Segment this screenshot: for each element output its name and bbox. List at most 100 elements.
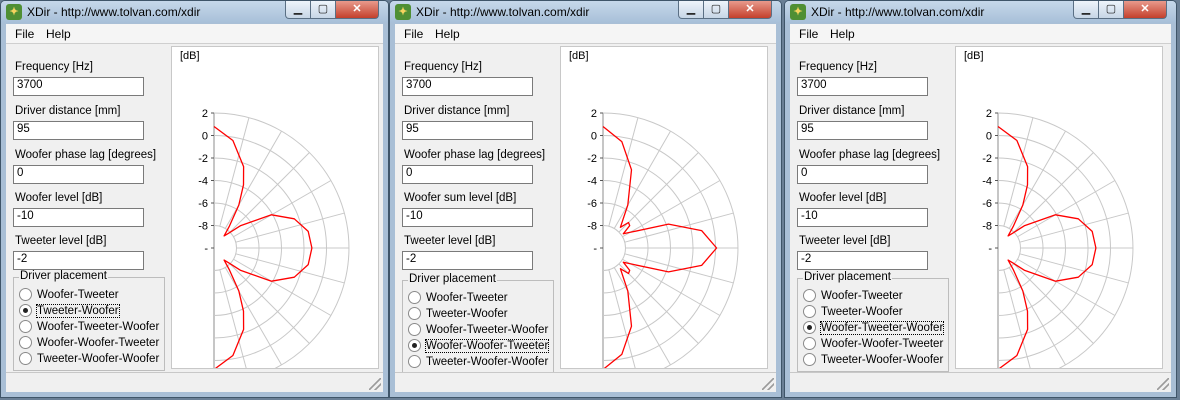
menu-file[interactable]: File: [404, 27, 423, 41]
radio-option-label: Woofer-Tweeter-Woofer: [819, 320, 945, 335]
radio-button-icon: [803, 305, 816, 318]
driver-distance-input[interactable]: 95: [797, 121, 928, 140]
woofer-level-label: Woofer level [dB]: [799, 192, 887, 204]
app-logo-icon: ✦: [6, 4, 22, 20]
xdir-window-2: ✦ XDir - http://www.tolvan.com/xdir ▁ ▢ …: [389, 0, 782, 398]
menu-bar: File Help: [395, 24, 776, 44]
woofer-phase-lag-label: Woofer phase lag [degrees]: [404, 149, 546, 161]
xdir-window-3: ✦ XDir - http://www.tolvan.com/xdir ▁ ▢ …: [784, 0, 1177, 398]
resize-grip-icon[interactable]: [1157, 378, 1169, 390]
frequency-input[interactable]: 3700: [402, 77, 533, 96]
woofer-phase-lag-input[interactable]: 0: [797, 165, 928, 184]
tick-label: -8: [982, 221, 992, 233]
radio-option-label: Woofer-Tweeter-Woofer: [37, 320, 160, 333]
driver-distance-input[interactable]: 95: [402, 121, 533, 140]
radio-option-label: Woofer-Woofer-Tweeter: [424, 338, 550, 353]
radio-button-icon: [19, 352, 32, 365]
menu-help[interactable]: Help: [46, 27, 71, 41]
grid-arc: [602, 225, 626, 271]
grid-spoke: [624, 212, 734, 243]
radio-button-icon: [408, 355, 421, 368]
menu-help[interactable]: Help: [435, 27, 460, 41]
radio-option[interactable]: Tweeter-Woofer: [803, 304, 903, 319]
driver-placement-group: Driver placement Woofer-Tweeter Tweeter-…: [402, 273, 554, 374]
frequency-label: Frequency [Hz]: [799, 61, 877, 73]
tweeter-level-input[interactable]: -2: [13, 251, 144, 270]
maximize-icon: ▢: [1105, 3, 1117, 15]
title-bar[interactable]: ✦ XDir - http://www.tolvan.com/xdir ▁ ▢ …: [1, 1, 388, 23]
tick-label: -2: [982, 153, 992, 165]
maximize-button[interactable]: ▢: [1099, 1, 1124, 19]
radio-option[interactable]: Woofer-Tweeter-Woofer: [408, 322, 548, 337]
maximize-icon: ▢: [710, 3, 722, 15]
minimize-button[interactable]: ▁: [678, 1, 704, 19]
tweeter-level-input[interactable]: -2: [402, 251, 533, 270]
frequency-input[interactable]: 3700: [797, 77, 928, 96]
radio-option[interactable]: Woofer-Tweeter: [19, 287, 119, 302]
radio-option[interactable]: Tweeter-Woofer: [408, 306, 508, 321]
title-bar[interactable]: ✦ XDir - http://www.tolvan.com/xdir ▁ ▢ …: [390, 1, 781, 23]
minimize-button[interactable]: ▁: [285, 1, 311, 19]
frequency-input[interactable]: 3700: [13, 77, 144, 96]
app-logo-icon: ✦: [395, 4, 411, 20]
grid-spoke: [608, 269, 636, 368]
radio-option-label: Tweeter-Woofer-Woofer: [821, 353, 944, 366]
close-button[interactable]: ✕: [1124, 1, 1167, 19]
tick-label: 2: [202, 108, 208, 120]
title-bar[interactable]: ✦ XDir - http://www.tolvan.com/xdir ▁ ▢ …: [785, 1, 1176, 23]
woofer-sum-level-label: Woofer sum level [dB]: [404, 192, 517, 204]
tweeter-level-label: Tweeter level [dB]: [799, 235, 891, 247]
radio-option[interactable]: Tweeter-Woofer-Woofer: [408, 354, 548, 369]
radio-option[interactable]: Woofer-Tweeter-Woofer: [19, 319, 159, 334]
resize-grip-icon[interactable]: [762, 378, 774, 390]
radio-option-label: Tweeter-Woofer: [426, 307, 508, 320]
close-button[interactable]: ✕: [336, 1, 379, 19]
radio-option[interactable]: Woofer-Tweeter-Woofer: [803, 320, 945, 335]
woofer-level-input[interactable]: -10: [13, 208, 144, 227]
axis-label: [dB]: [964, 50, 984, 62]
radio-option[interactable]: Tweeter-Woofer-Woofer: [19, 351, 159, 366]
menu-file[interactable]: File: [15, 27, 34, 41]
tick-label: -4: [587, 176, 597, 188]
woofer-level-input[interactable]: -10: [797, 208, 928, 227]
radio-option[interactable]: Woofer-Tweeter: [803, 288, 903, 303]
resize-grip-icon[interactable]: [369, 378, 381, 390]
minimize-button[interactable]: ▁: [1073, 1, 1099, 19]
minimize-icon: ▁: [686, 3, 696, 15]
radio-option[interactable]: Woofer-Tweeter: [408, 290, 508, 305]
polar-plot-svg: 2 0 -2 -4 -6 -8 - [dB]: [569, 50, 739, 368]
status-bar: [6, 372, 383, 392]
driver-distance-input[interactable]: 95: [13, 121, 144, 140]
radio-option[interactable]: Tweeter-Woofer-Woofer: [803, 352, 943, 367]
grid-spoke: [618, 152, 699, 233]
radio-option[interactable]: Woofer-Woofer-Tweeter: [803, 336, 943, 351]
frequency-label: Frequency [Hz]: [404, 61, 482, 73]
menu-file[interactable]: File: [799, 27, 818, 41]
menu-bar: File Help: [6, 24, 383, 44]
radio-button-icon: [19, 320, 32, 333]
axis-label: [dB]: [569, 50, 589, 62]
tick-label: -8: [587, 221, 597, 233]
maximize-button[interactable]: ▢: [311, 1, 336, 19]
radio-option[interactable]: Woofer-Woofer-Tweeter: [408, 338, 550, 353]
close-button[interactable]: ✕: [729, 1, 772, 19]
maximize-icon: ▢: [317, 3, 329, 15]
radio-button-icon: [408, 323, 421, 336]
tick-label: -: [988, 243, 992, 255]
menu-help[interactable]: Help: [830, 27, 855, 41]
radio-option[interactable]: Tweeter-Woofer: [19, 303, 120, 318]
driver-placement-group: Driver placement Woofer-Tweeter Tweeter-…: [13, 270, 165, 371]
tick-label: -6: [198, 198, 208, 210]
tick-label: -4: [198, 176, 208, 188]
radio-option-label: Woofer-Tweeter: [821, 289, 903, 302]
radio-option-label: Woofer-Woofer-Tweeter: [37, 336, 160, 349]
radio-option[interactable]: Woofer-Woofer-Tweeter: [19, 335, 159, 350]
driver-placement-label: Driver placement: [408, 273, 497, 285]
maximize-button[interactable]: ▢: [704, 1, 729, 19]
tweeter-level-input[interactable]: -2: [797, 251, 928, 270]
polar-plot: 2 0 -2 -4 -6 -8 - [dB]: [171, 46, 379, 369]
woofer-phase-lag-input[interactable]: 0: [13, 165, 144, 184]
woofer-sum-level-input[interactable]: -10: [402, 208, 533, 227]
woofer-phase-lag-input[interactable]: 0: [402, 165, 533, 184]
polar-plot: 2 0 -2 -4 -6 -8 - [dB]: [560, 46, 768, 369]
